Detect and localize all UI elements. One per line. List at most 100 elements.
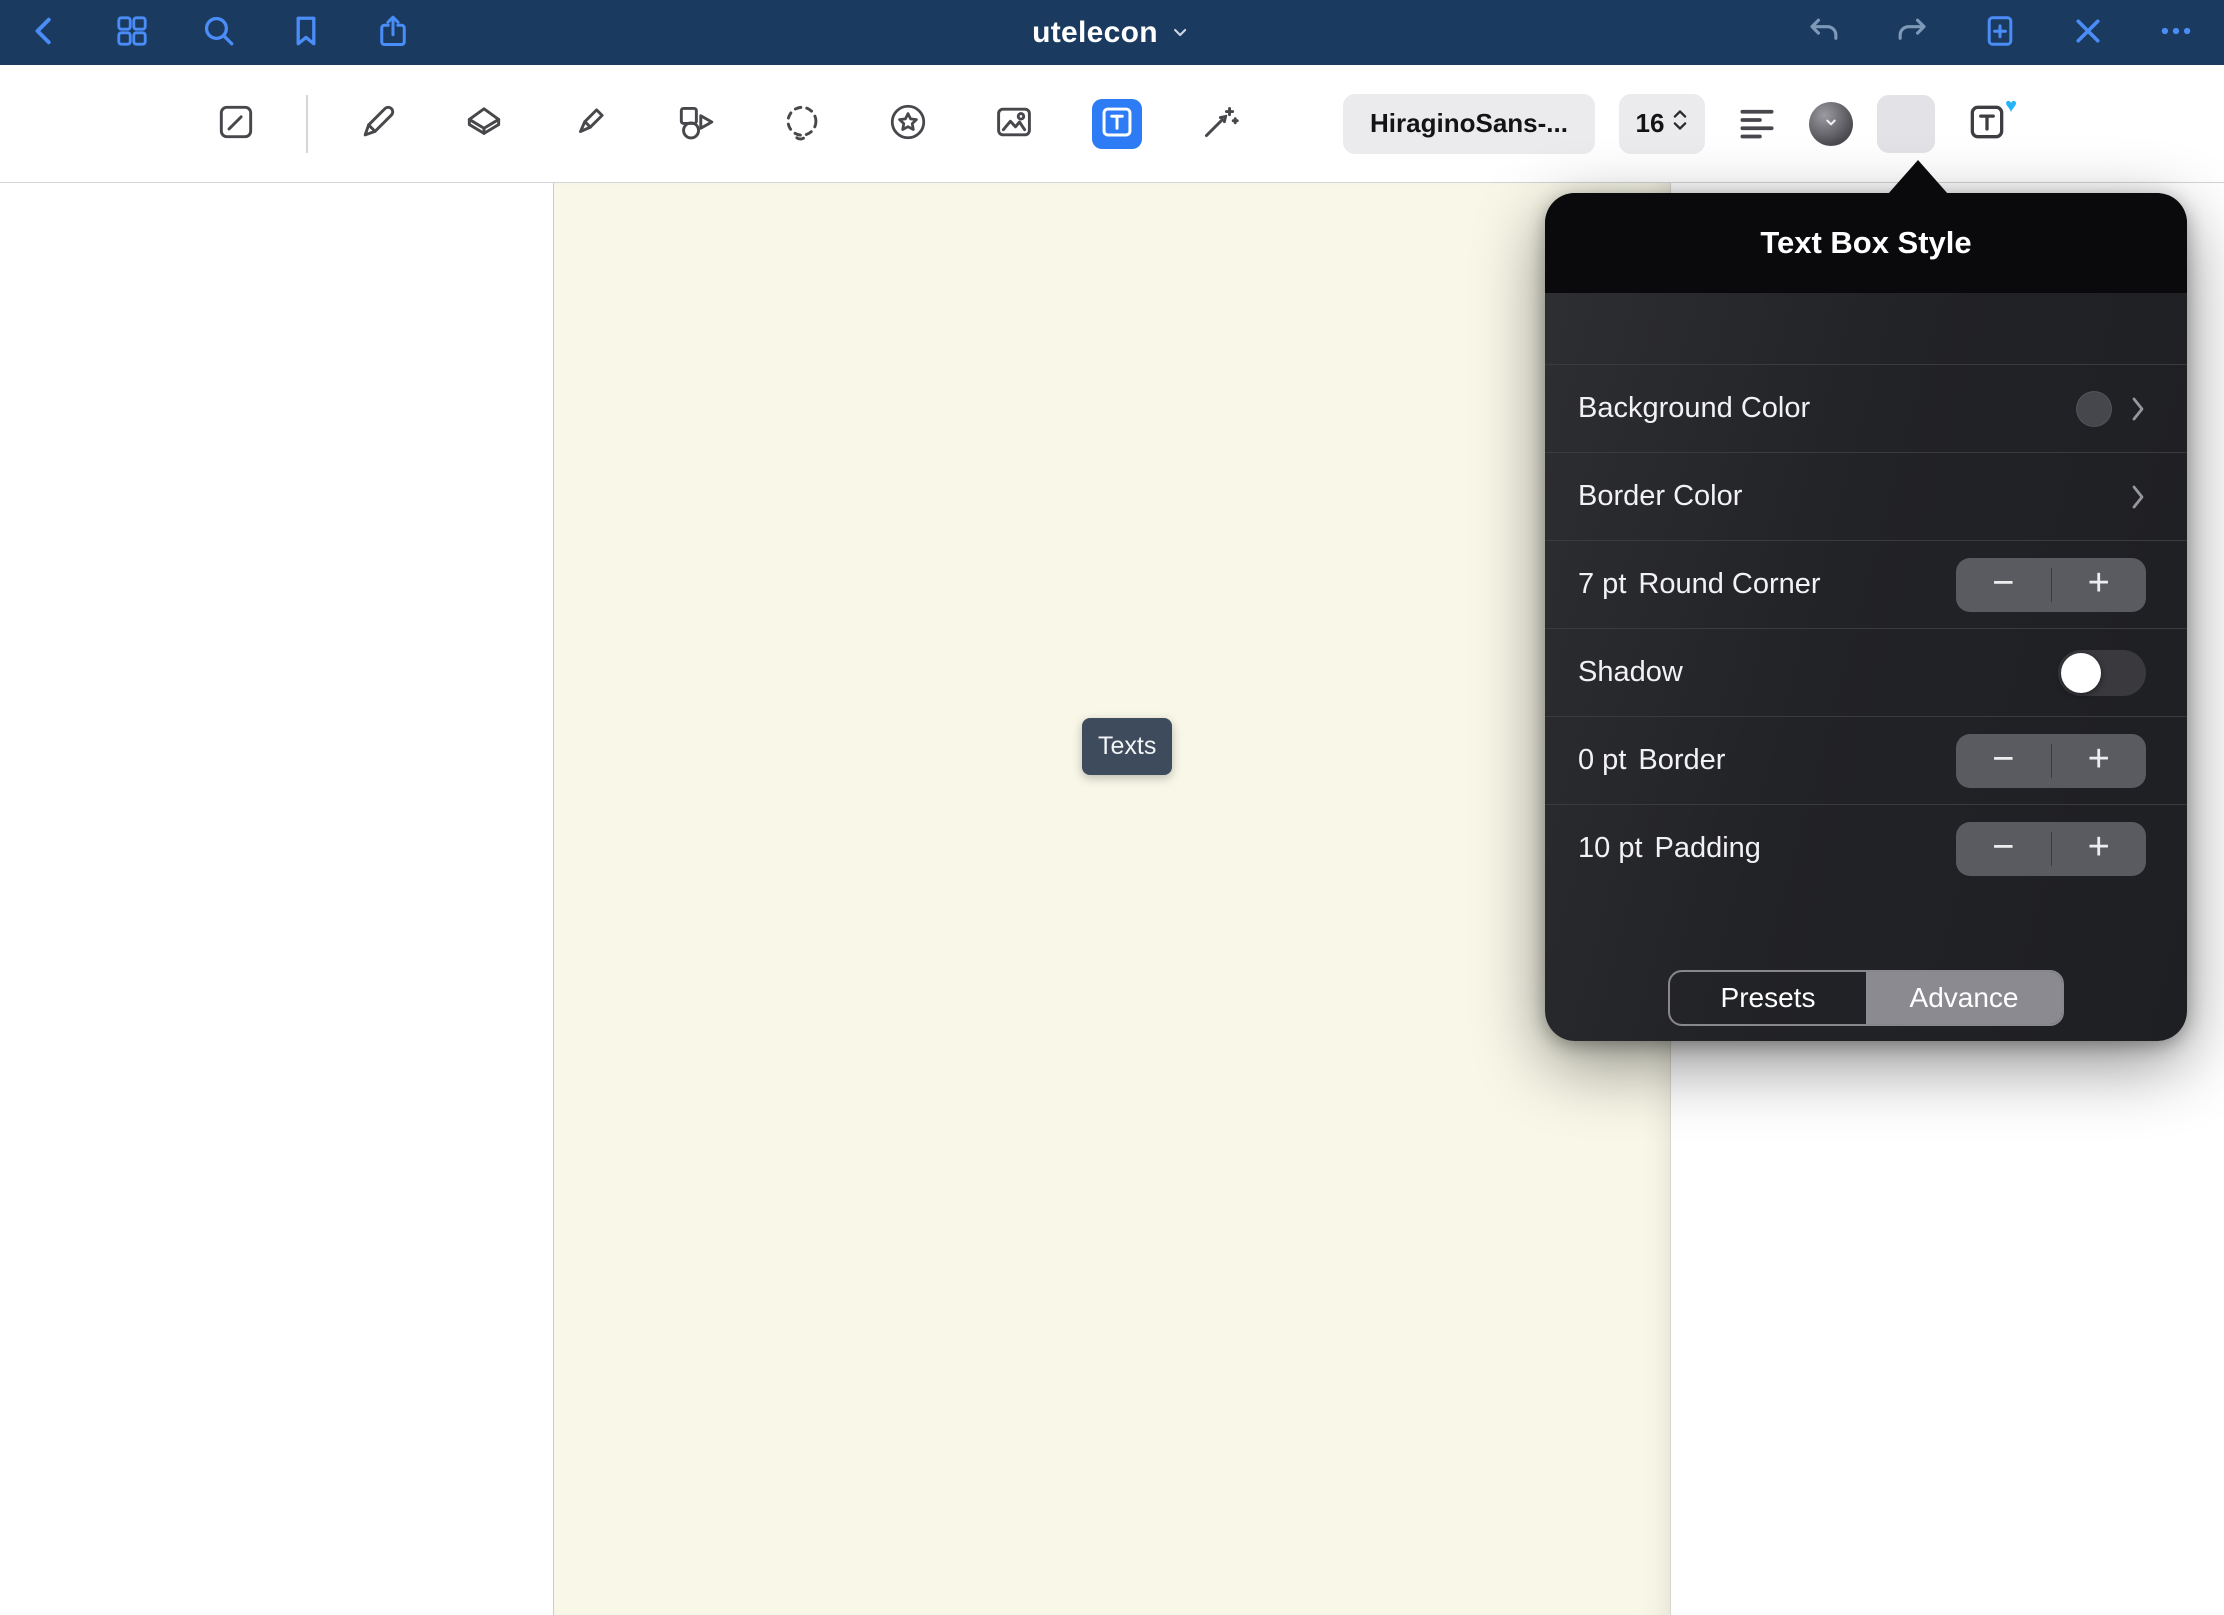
row-padding: 10 pt Padding − + xyxy=(1545,804,2187,892)
bookmark-icon xyxy=(288,13,324,52)
highlighter-tool-button[interactable] xyxy=(562,96,618,152)
border-width-value: 0 pt xyxy=(1578,744,1626,777)
close-button[interactable] xyxy=(2068,11,2108,55)
row-label: Shadow xyxy=(1578,656,1683,689)
font-size-stepper[interactable]: 16 xyxy=(1619,94,1705,154)
padding-minus-button[interactable]: − xyxy=(1956,822,2051,876)
back-chevron-icon xyxy=(27,13,63,52)
bookmark-button[interactable] xyxy=(286,11,326,55)
color-chevron-down-icon xyxy=(1820,111,1842,136)
topbar-left-group xyxy=(0,11,413,55)
blue-heart-badge-icon: ♥ xyxy=(2005,96,2017,116)
pen-tool-button[interactable] xyxy=(350,96,406,152)
laser-pointer-icon xyxy=(1198,100,1242,147)
title-chevron-down-icon xyxy=(1168,16,1192,49)
chevron-right-icon xyxy=(2130,394,2146,424)
close-x-icon xyxy=(2070,13,2106,52)
redo-button[interactable] xyxy=(1892,11,1932,55)
row-label: Background Color xyxy=(1578,392,1810,425)
pen-icon xyxy=(356,100,400,147)
add-page-icon xyxy=(1982,13,2018,52)
padding-plus-button[interactable]: + xyxy=(2052,822,2147,876)
border-stepper: − + xyxy=(1956,734,2146,788)
row-label: Padding xyxy=(1655,832,1761,865)
row-background-color[interactable]: Background Color xyxy=(1545,364,2187,452)
shapes-icon xyxy=(674,100,718,147)
text-box-style-icon xyxy=(1965,100,2009,147)
canvas-text-box[interactable]: Texts xyxy=(1082,718,1172,775)
popover-arrow xyxy=(1888,160,1948,194)
popover-title: Text Box Style xyxy=(1760,225,1971,261)
image-tool-button[interactable] xyxy=(986,96,1042,152)
border-minus-button[interactable]: − xyxy=(1956,734,2051,788)
document-title-menu[interactable]: utelecon xyxy=(1032,16,1192,50)
view-mode-icon xyxy=(214,100,258,147)
row-shadow: Shadow xyxy=(1545,628,2187,716)
view-mode-button[interactable] xyxy=(208,96,264,152)
laser-pointer-button[interactable] xyxy=(1192,96,1248,152)
shadow-toggle-off[interactable] xyxy=(2058,650,2146,696)
tab-advance[interactable]: Advance xyxy=(1866,972,2062,1024)
tool-buttons-group xyxy=(208,65,1248,182)
back-button[interactable] xyxy=(25,11,65,55)
add-page-button[interactable] xyxy=(1980,11,2020,55)
text-box-style-popover: Text Box Style Background Color Border C… xyxy=(1545,193,2187,1041)
row-label: Border xyxy=(1638,744,1725,777)
text-tool-icon xyxy=(1096,101,1138,146)
ellipsis-icon xyxy=(2158,13,2194,52)
font-family-value: HiraginoSans-... xyxy=(1370,108,1568,139)
search-button[interactable] xyxy=(199,11,239,55)
share-icon xyxy=(375,13,411,52)
notebook-page[interactable] xyxy=(553,183,1671,1615)
popover-band xyxy=(1545,293,2187,364)
share-button[interactable] xyxy=(373,11,413,55)
eraser-tool-button[interactable] xyxy=(456,96,512,152)
chevron-right-icon xyxy=(2130,482,2146,512)
round-corner-minus-button[interactable]: − xyxy=(1956,558,2051,612)
star-sticker-icon xyxy=(886,100,930,147)
padding-value: 10 pt xyxy=(1578,832,1643,865)
font-family-button[interactable]: HiraginoSans-... xyxy=(1343,94,1595,154)
lasso-tool-button[interactable] xyxy=(774,96,830,152)
elements-tool-button[interactable] xyxy=(880,96,936,152)
shapes-tool-button[interactable] xyxy=(668,96,724,152)
text-box-content: Texts xyxy=(1098,732,1156,761)
round-corner-stepper: − + xyxy=(1956,558,2146,612)
round-corner-value: 7 pt xyxy=(1578,568,1626,601)
document-title: utelecon xyxy=(1032,16,1158,50)
thumbnails-button[interactable] xyxy=(112,11,152,55)
round-corner-plus-button[interactable]: + xyxy=(2052,558,2147,612)
text-tool-button[interactable] xyxy=(1092,99,1142,149)
toolbar-divider xyxy=(306,95,308,153)
lasso-icon xyxy=(780,100,824,147)
undo-button[interactable] xyxy=(1804,11,1844,55)
image-icon xyxy=(992,100,1036,147)
highlighter-icon xyxy=(568,100,612,147)
tab-presets[interactable]: Presets xyxy=(1670,972,1866,1024)
presets-advance-segmented-control: Presets Advance xyxy=(1668,970,2064,1026)
row-border-color[interactable]: Border Color xyxy=(1545,452,2187,540)
stepper-chevrons-icon xyxy=(1672,105,1688,142)
undo-icon xyxy=(1806,13,1842,52)
row-border-width: 0 pt Border − + xyxy=(1545,716,2187,804)
text-box-style-active-button[interactable] xyxy=(1877,95,1935,153)
row-label: Border Color xyxy=(1578,480,1742,513)
row-round-corner: 7 pt Round Corner − + xyxy=(1545,540,2187,628)
grid-thumbnails-icon xyxy=(114,13,150,52)
more-options-button[interactable] xyxy=(2156,11,2196,55)
topbar-right-group xyxy=(1804,11,2196,55)
text-box-style-button[interactable]: ♥ xyxy=(1959,96,2015,152)
font-size-value: 16 xyxy=(1636,108,1665,139)
toggle-knob xyxy=(2061,653,2101,693)
eraser-icon xyxy=(462,100,506,147)
top-navigation-bar: utelecon xyxy=(0,0,2224,65)
align-left-icon xyxy=(1735,100,1779,147)
border-plus-button[interactable]: + xyxy=(2052,734,2147,788)
search-icon xyxy=(201,13,237,52)
row-label: Round Corner xyxy=(1638,568,1820,601)
text-alignment-button[interactable] xyxy=(1729,96,1785,152)
background-color-swatch[interactable] xyxy=(2076,391,2112,427)
popover-header: Text Box Style xyxy=(1545,193,2187,293)
redo-icon xyxy=(1894,13,1930,52)
text-color-button[interactable] xyxy=(1809,102,1853,146)
